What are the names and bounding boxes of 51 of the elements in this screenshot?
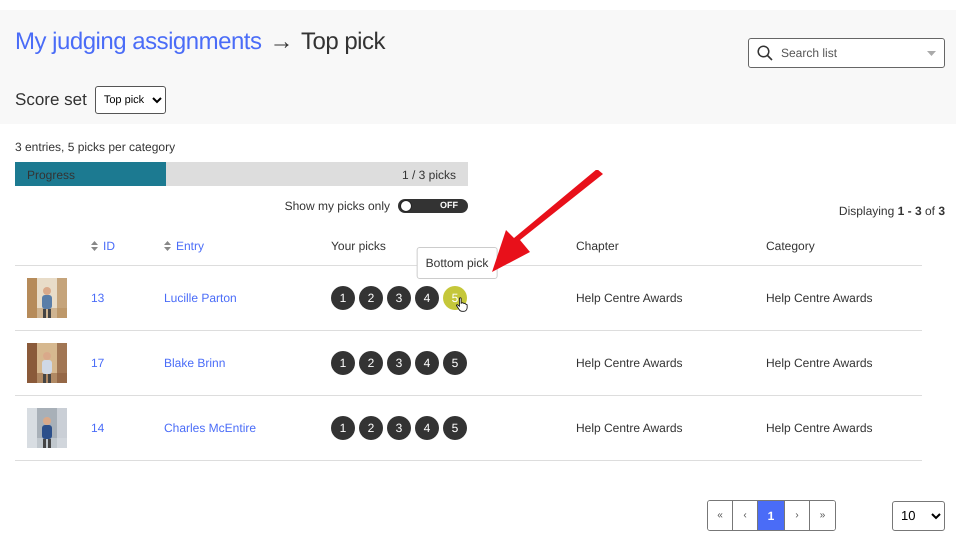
chapter-cell: Help Centre Awards (576, 356, 682, 370)
pick-button[interactable]: 5 (443, 351, 467, 375)
pick-button[interactable]: 1 (331, 416, 355, 440)
pick-button[interactable]: 4 (415, 351, 439, 375)
page-button[interactable]: « (708, 501, 733, 530)
pick-button[interactable]: 2 (359, 416, 383, 440)
column-header[interactable]: Entry (176, 236, 204, 254)
pick-button[interactable]: 2 (359, 351, 383, 375)
pick-button[interactable]: 2 (359, 286, 383, 310)
pick-button[interactable]: 3 (387, 351, 411, 375)
search-input[interactable]: Search list (779, 43, 921, 63)
per-page-select[interactable]: 10 (892, 500, 945, 530)
search-field[interactable]: Search list (748, 38, 945, 68)
page-title: Top pick (300, 27, 386, 57)
entry-id-link[interactable]: 17 (91, 356, 104, 370)
progress-label: Progress (27, 167, 76, 184)
search-icon (757, 45, 773, 61)
breadcrumb-separator: → (269, 27, 293, 57)
breadcrumb-link[interactable]: My judging assignments (15, 24, 262, 60)
pick-button[interactable]: 4 (415, 416, 439, 440)
entry-name-link[interactable]: Blake Brinn (164, 356, 226, 370)
progress-reading: 1 / 3 picks (402, 167, 456, 184)
toggle-switch[interactable]: OFF (398, 199, 468, 213)
tooltip: Bottom pick (416, 247, 498, 279)
category-cell: Help Centre Awards (766, 356, 872, 370)
pick-button[interactable]: 3 (387, 286, 411, 310)
column-header: Category (766, 238, 815, 254)
entry-name-link[interactable]: Lucille Parton (164, 291, 237, 305)
page-button[interactable]: 1 (758, 501, 785, 530)
hand-cursor-icon (456, 297, 468, 312)
score-set-label: Score set (15, 89, 87, 112)
chapter-cell: Help Centre Awards (576, 421, 682, 435)
score-set-select[interactable]: Top pick (94, 86, 166, 114)
pick-button[interactable]: 3 (387, 416, 411, 440)
pick-button[interactable]: 1 (331, 286, 355, 310)
dropdown-caret-icon (927, 50, 936, 56)
pick-button[interactable]: 5 (443, 416, 467, 440)
entry-id-link[interactable]: 13 (91, 291, 104, 305)
displaying-count: Displaying 1 - 3 of 3 (838, 203, 945, 220)
entries-summary: 3 entries, 5 picks per category (15, 139, 176, 156)
category-cell: Help Centre Awards (766, 291, 872, 305)
entry-name-link[interactable]: Charles McEntire (164, 421, 256, 435)
pick-button[interactable]: 1 (331, 351, 355, 375)
column-header[interactable]: ID (103, 236, 115, 254)
chapter-cell: Help Centre Awards (576, 291, 682, 305)
entry-id-link[interactable]: 14 (91, 421, 104, 435)
column-header: Chapter (576, 238, 619, 254)
column-header: Your picks (331, 238, 386, 254)
toggle-label: Show my picks only (284, 198, 390, 215)
pick-button[interactable]: 4 (415, 286, 439, 310)
category-cell: Help Centre Awards (766, 421, 872, 435)
